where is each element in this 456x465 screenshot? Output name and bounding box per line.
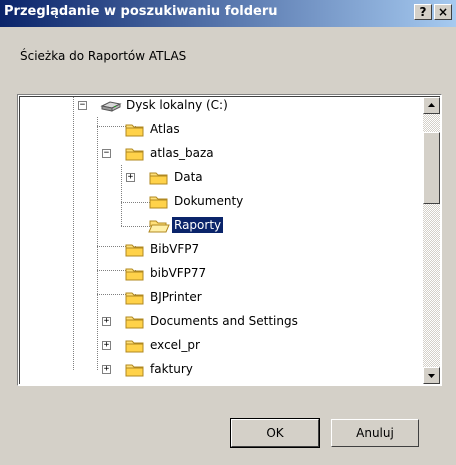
scroll-down-button[interactable] bbox=[423, 367, 440, 384]
title-bar[interactable]: Przeglądanie w poszukiwaniu folderu ? × bbox=[0, 0, 456, 27]
tree-node-label[interactable]: Dokumenty bbox=[172, 193, 245, 209]
tree-node[interactable]: − Dysk lokalny (C:) bbox=[20, 97, 420, 116]
tree-node-label[interactable]: Raporty bbox=[170, 216, 225, 234]
collapse-icon[interactable]: − bbox=[78, 101, 87, 110]
expand-icon[interactable]: + bbox=[102, 365, 111, 374]
close-button[interactable]: × bbox=[434, 4, 452, 20]
tree-node-label[interactable]: faktury bbox=[148, 361, 195, 377]
tree-node[interactable]: Atlas bbox=[20, 120, 420, 140]
cancel-button[interactable]: Anuluj bbox=[331, 419, 419, 447]
folder-icon bbox=[125, 316, 144, 329]
expand-icon[interactable]: + bbox=[126, 173, 135, 182]
tree-node-label[interactable]: BibVFP7 bbox=[148, 241, 201, 257]
folder-icon bbox=[125, 148, 144, 161]
collapse-icon[interactable]: − bbox=[102, 149, 111, 158]
tree-node-label[interactable]: Dysk lokalny (C:) bbox=[124, 97, 230, 113]
tree-node-label[interactable]: atlas_baza bbox=[148, 145, 216, 161]
tree-node-label[interactable]: Atlas bbox=[148, 121, 182, 137]
tree-node-label[interactable]: bibVFP77 bbox=[148, 265, 208, 281]
scroll-up-button[interactable] bbox=[423, 97, 440, 114]
tree-node[interactable]: + excel_pr bbox=[20, 336, 420, 356]
tree-node[interactable]: + faktury bbox=[20, 360, 420, 380]
tree-scrollbar[interactable] bbox=[423, 97, 440, 384]
folder-open-icon bbox=[148, 220, 170, 233]
ok-button[interactable]: OK bbox=[230, 418, 320, 448]
expand-icon[interactable]: + bbox=[102, 341, 111, 350]
scroll-thumb[interactable] bbox=[423, 132, 440, 204]
arrow-down-icon bbox=[428, 374, 435, 378]
tree-node[interactable]: + Data bbox=[20, 168, 420, 188]
tree-node[interactable]: + Documents and Settings bbox=[20, 312, 420, 332]
dialog-prompt: Ścieżka do Raportów ATLAS bbox=[20, 49, 187, 63]
tree-node[interactable]: − atlas_baza bbox=[20, 144, 420, 164]
folder-icon bbox=[125, 292, 144, 305]
tree-node-label[interactable]: excel_pr bbox=[148, 337, 202, 353]
folder-icon bbox=[149, 196, 168, 209]
tree-node[interactable]: Raporty bbox=[20, 216, 420, 236]
tree-node[interactable]: bibVFP77 bbox=[20, 264, 420, 284]
folder-icon bbox=[149, 172, 168, 185]
tree-node[interactable]: BibVFP7 bbox=[20, 240, 420, 260]
help-button[interactable]: ? bbox=[414, 4, 432, 20]
tree-node-label[interactable]: BJPrinter bbox=[148, 289, 204, 305]
tree-node-label[interactable]: Documents and Settings bbox=[148, 313, 300, 329]
folder-icon bbox=[125, 268, 144, 281]
folder-tree-viewport: − Dysk lokalny (C:) Atlas − atlas_baza + Data D… bbox=[19, 96, 440, 384]
folder-icon bbox=[125, 244, 144, 257]
tree-node[interactable]: BJPrinter bbox=[20, 288, 420, 308]
expand-icon[interactable]: + bbox=[102, 317, 111, 326]
folder-tree[interactable]: − Dysk lokalny (C:) Atlas − atlas_baza + Data D… bbox=[17, 94, 442, 386]
arrow-up-icon bbox=[428, 103, 435, 107]
drive-icon bbox=[100, 101, 122, 112]
folder-icon bbox=[125, 364, 144, 377]
browse-folder-dialog: Przeglądanie w poszukiwaniu folderu ? × … bbox=[0, 0, 456, 465]
folder-icon bbox=[125, 340, 144, 353]
tree-node-label[interactable]: Data bbox=[172, 169, 205, 185]
tree-node[interactable]: Dokumenty bbox=[20, 192, 420, 212]
folder-icon bbox=[125, 124, 144, 137]
window-title: Przeglądanie w poszukiwaniu folderu bbox=[4, 4, 278, 19]
